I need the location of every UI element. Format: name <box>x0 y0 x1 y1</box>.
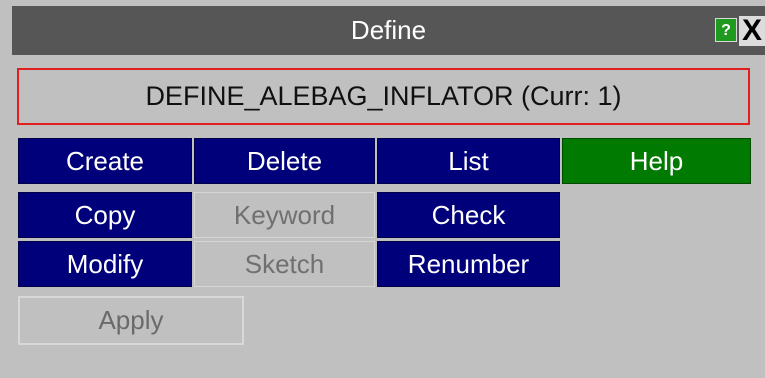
sketch-button[interactable]: Sketch <box>194 241 375 287</box>
copy-button[interactable]: Copy <box>18 192 192 238</box>
delete-button[interactable]: Delete <box>194 138 375 184</box>
define-panel: Define ? X DEFINE_ALEBAG_INFLATOR (Curr:… <box>0 0 765 378</box>
current-keyword-label[interactable]: DEFINE_ALEBAG_INFLATOR (Curr: 1) <box>17 68 750 125</box>
keyword-button[interactable]: Keyword <box>194 192 375 238</box>
renumber-button[interactable]: Renumber <box>377 241 560 287</box>
apply-button[interactable]: Apply <box>18 296 244 345</box>
modify-button[interactable]: Modify <box>18 241 192 287</box>
close-icon[interactable]: X <box>739 16 765 46</box>
question-mark-icon[interactable]: ? <box>715 18 737 42</box>
create-button[interactable]: Create <box>18 138 192 184</box>
help-button[interactable]: Help <box>562 138 751 184</box>
title-bar[interactable]: Define ? X <box>12 6 765 55</box>
window-title: Define <box>350 15 427 45</box>
list-button[interactable]: List <box>377 138 560 184</box>
check-button[interactable]: Check <box>377 192 560 238</box>
